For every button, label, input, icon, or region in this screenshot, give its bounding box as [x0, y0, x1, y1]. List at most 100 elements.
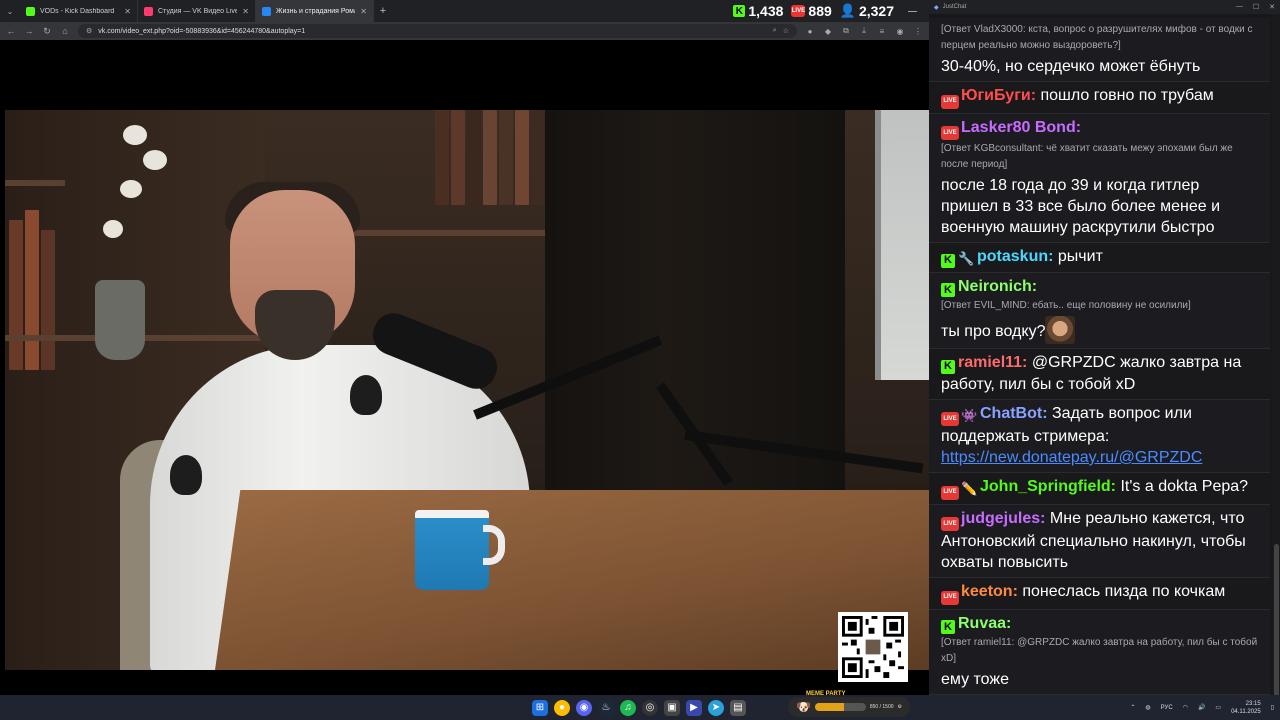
profile-icon[interactable]: ◉ — [895, 27, 905, 36]
chat-message-text: ты про водку? — [941, 316, 1258, 344]
chrome-icon[interactable]: ● — [554, 699, 570, 716]
zoom-icon[interactable]: ⌕ — [773, 27, 777, 35]
donate-link[interactable]: https://new.donatepay.ru/@GRPZDC — [941, 447, 1258, 468]
chat-message-body: ты про водку? — [941, 323, 1046, 340]
eagle-emblem — [170, 455, 202, 495]
volume-icon[interactable]: 🔊 — [1198, 704, 1205, 711]
chat-message-list: [Ответ VladX3000: кста, вопрос о разруши… — [929, 18, 1270, 695]
wifi-icon[interactable]: ◠ — [1183, 704, 1188, 711]
steam-icon[interactable]: ♨ — [598, 699, 614, 716]
back-icon[interactable]: ← — [6, 26, 16, 36]
close-icon[interactable]: ✕ — [1269, 3, 1275, 11]
chat-username[interactable]: ЮгиБуги: — [961, 87, 1036, 104]
chat-message-header: LIVE judgejules: Мне реально кажется, что… — [941, 508, 1258, 574]
chat-message-body: пошло говно по трубам — [1040, 87, 1214, 104]
download-icon[interactable]: ⤓ — [859, 26, 869, 36]
minimize-icon[interactable]: — — [908, 6, 917, 16]
maximize-icon[interactable]: ☐ — [1253, 3, 1259, 11]
chat-scrollbar[interactable] — [1272, 14, 1280, 704]
app-icon[interactable]: ▤ — [730, 699, 746, 716]
chat-username[interactable]: ramiel11: — [958, 354, 1027, 371]
tab-search-icon[interactable]: ⌄ — [0, 0, 20, 22]
kick-badge-icon: K — [941, 359, 955, 374]
discord-icon[interactable]: ◉ — [576, 699, 592, 716]
start-icon[interactable]: ⊞ — [532, 699, 548, 716]
bookmark-star-icon[interactable]: ☆ — [783, 27, 789, 35]
network-icon[interactable]: ◍ — [1145, 704, 1150, 711]
tab-video-active[interactable]: Жизнь и страдания Роман… ✕ — [256, 0, 374, 22]
desk — [215, 490, 929, 670]
chat-message-body: Задать вопрос или поддержать стримера: — [941, 404, 1192, 446]
close-icon[interactable]: ✕ — [242, 7, 249, 16]
spotify-icon[interactable]: ♫ — [620, 699, 636, 716]
live-badge-icon: LIVE — [941, 485, 959, 500]
close-icon[interactable]: ✕ — [360, 7, 367, 16]
kick-logo-icon: K — [733, 5, 746, 17]
settings-icon[interactable]: ⚙ — [898, 704, 902, 710]
minimize-icon[interactable]: — — [1236, 3, 1243, 11]
kick-favicon-icon — [26, 6, 35, 16]
language-indicator[interactable]: РУС — [1161, 705, 1173, 711]
user-badge-icon: ✏️ — [961, 481, 978, 496]
chat-reply-quote: [Ответ VladX3000: кста, вопрос о разруши… — [941, 24, 1253, 51]
chat-message-body: ему тоже — [941, 671, 1009, 688]
chat-message-header: Kramiel11: @GRPZDC жалко завтра на работ… — [941, 352, 1258, 395]
address-bar[interactable]: ⚙ vk.com/video_ext.php?oid=-50883936&id=… — [78, 24, 797, 38]
close-icon[interactable]: ✕ — [124, 7, 131, 16]
new-tab-button[interactable]: + — [374, 5, 392, 17]
vk-favicon-icon — [262, 6, 271, 16]
clock[interactable]: 23:15 04.11.2025 — [1231, 700, 1261, 716]
player-icon[interactable]: ▶ — [686, 699, 702, 716]
extensions-puzzle-icon[interactable]: ⧉ — [841, 26, 851, 36]
chat-reply-quote: [Ответ ramiel11: @GRPZDC жалко завтра на… — [941, 637, 1258, 664]
chat-message: LIVE judgejules: Мне реально кажется, что… — [929, 504, 1270, 578]
browser-toolbar: ← → ↻ ⌂ ⚙ vk.com/video_ext.php?oid=-5088… — [0, 22, 929, 40]
chevron-up-icon[interactable]: ⌃ — [1130, 704, 1135, 711]
chat-message-text: 30-40%, но сердечко может ёбнуть — [941, 56, 1258, 77]
browser-tabbar: ⌄ VODs - Kick Dashboard ✕ Студия — VK Ви… — [0, 0, 929, 22]
kick-badge-icon: K — [941, 253, 955, 268]
clock-date: 04.11.2025 — [1231, 708, 1261, 715]
chat-window-title: JustChat — [942, 4, 967, 10]
tab-vk-studio[interactable]: Студия — VK Видео Live ✕ — [138, 0, 256, 22]
chat-username[interactable]: Lasker80 Bond: — [961, 119, 1081, 136]
chat-message-body: It's a dokta Pepa? — [1120, 478, 1249, 495]
chat-message-header: K Ruvaa: — [941, 613, 1258, 634]
tab-kick-dashboard[interactable]: VODs - Kick Dashboard ✕ — [20, 0, 138, 22]
chat-username[interactable]: John_Springfield: — [980, 478, 1116, 495]
kick-badge-icon: K — [941, 283, 955, 297]
playlist-icon[interactable]: ≡ — [877, 27, 887, 36]
reload-icon[interactable]: ↻ — [42, 26, 52, 37]
chat-message-body: после 18 года до 39 и когда гитлер прише… — [941, 177, 1221, 236]
chat-scrollbar-thumb[interactable] — [1274, 544, 1279, 704]
telegram-icon[interactable]: ➤ — [708, 699, 724, 716]
extension-icon[interactable]: ● — [805, 27, 815, 36]
battery-icon[interactable]: ▭ — [1215, 704, 1221, 711]
chat-message: K Ruvaa: [Ответ ramiel11: @GRPZDC жалко за… — [929, 609, 1270, 695]
vase — [95, 280, 145, 360]
extension-icon[interactable]: ◆ — [823, 27, 833, 36]
app-icon[interactable]: ▣ — [664, 699, 680, 716]
chat-username[interactable]: judgejules: — [961, 510, 1045, 527]
home-icon[interactable]: ⌂ — [60, 26, 70, 36]
forward-icon[interactable]: → — [24, 26, 34, 36]
obs-icon[interactable]: ◎ — [642, 699, 658, 716]
chat-panel[interactable]: [Ответ VladX3000: кста, вопрос о разруши… — [929, 14, 1280, 695]
chat-username[interactable]: Ruvaa: — [958, 615, 1011, 632]
user-icon: 👤 — [839, 3, 856, 18]
site-info-icon[interactable]: ⚙ — [86, 27, 92, 35]
live-badge-icon: LIVE — [941, 412, 959, 426]
meme-party-count: 850 / 1500 — [869, 704, 894, 710]
chat-username[interactable]: Neironich: — [958, 278, 1037, 295]
chat-message-header: LIVE ✏️ John_Springfield: It's a dokta Pep… — [941, 476, 1258, 500]
video-player[interactable] — [0, 40, 929, 695]
live-badge-icon: LIVE — [941, 590, 959, 605]
chat-username[interactable]: potaskun: — [977, 248, 1053, 265]
menu-icon[interactable]: ⋮ — [913, 27, 923, 36]
notifications-icon[interactable]: ▯ — [1271, 704, 1274, 711]
live-badge-icon: LIVE — [941, 94, 959, 109]
tab-title: Жизнь и страдания Роман… — [276, 7, 355, 15]
chat-username[interactable]: ChatBot: — [980, 405, 1048, 422]
chat-username[interactable]: keeton: — [961, 583, 1018, 600]
app-icon: ◆ — [934, 4, 939, 11]
